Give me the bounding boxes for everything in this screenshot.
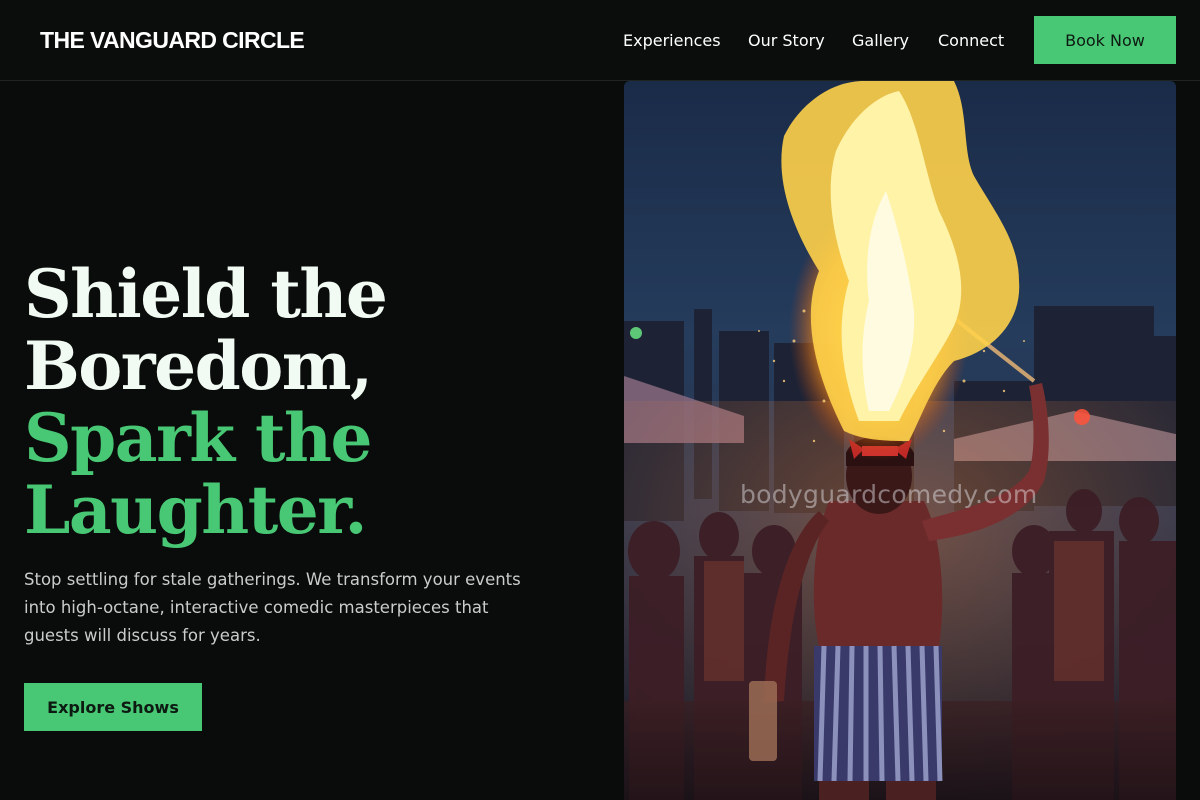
book-now-button[interactable]: Book Now <box>1034 16 1176 64</box>
hero-description: Stop settling for stale gatherings. We t… <box>24 570 521 645</box>
image-watermark: bodyguardcomedy.com <box>740 480 1038 509</box>
nav-link-gallery[interactable]: Gallery <box>852 31 909 50</box>
hero-title-line-1: Shield the <box>24 255 388 333</box>
explore-shows-button[interactable]: Explore Shows <box>24 683 202 731</box>
site-header: THE VANGUARD CIRCLE Experiences Our Stor… <box>0 0 1200 81</box>
hero-title-line-3: Spark the <box>24 399 373 477</box>
brand-logo[interactable]: THE VANGUARD CIRCLE <box>40 27 305 54</box>
hero-title-line-2: Boredom, <box>24 327 373 405</box>
hero-title: Shield the Boredom, Spark the Laughter. <box>24 258 604 546</box>
nav-link-our-story[interactable]: Our Story <box>748 31 825 50</box>
hero-image-fire-performer <box>624 81 1176 800</box>
nav-link-experiences[interactable]: Experiences <box>623 31 721 50</box>
hero-title-line-4: Laughter. <box>24 471 367 549</box>
nav-link-connect[interactable]: Connect <box>938 31 1004 50</box>
